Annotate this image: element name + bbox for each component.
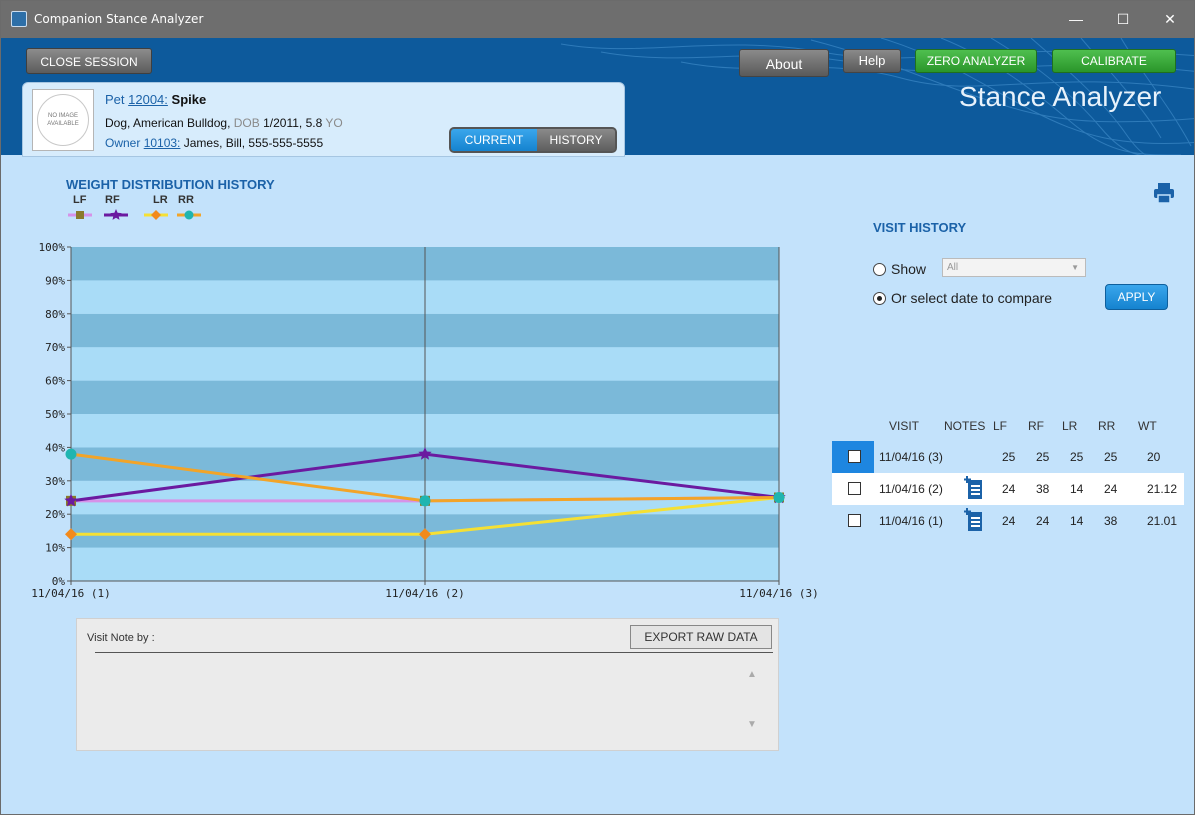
- visit-checkbox[interactable]: [848, 514, 861, 527]
- data-point-rr: [773, 492, 785, 503]
- visit-date: 11/04/16 (3): [879, 450, 943, 464]
- visit-notes-panel: Visit Note by : EXPORT RAW DATA ▲ ▼: [76, 618, 779, 751]
- yo-label: YO: [325, 116, 343, 130]
- brand-title: Stance Analyzer: [959, 81, 1162, 112]
- visit-row[interactable]: 11/04/16 (1) 24 24 14 38 21.01: [832, 505, 1184, 537]
- note-icon[interactable]: [964, 476, 984, 500]
- maximize-button[interactable]: ☐: [1100, 1, 1146, 38]
- visit-rr: 25: [1104, 450, 1118, 464]
- legend-marker-lr: [151, 210, 161, 220]
- tab-current[interactable]: CURRENT: [451, 129, 537, 151]
- export-raw-data-button[interactable]: EXPORT RAW DATA: [630, 625, 772, 649]
- y-tick-label: 50%: [45, 408, 65, 421]
- y-tick-label: 30%: [45, 475, 65, 488]
- dob-label: DOB: [233, 116, 260, 130]
- visit-date: 11/04/16 (1): [879, 514, 943, 528]
- y-tick-label: 40%: [45, 441, 65, 454]
- legend-marker-rr: [184, 210, 194, 220]
- visit-checkbox[interactable]: [848, 482, 861, 495]
- visit-lf: 24: [1002, 514, 1016, 528]
- y-tick-label: 70%: [45, 341, 65, 354]
- visit-lr: 14: [1070, 482, 1084, 496]
- app-window: Companion Stance Analyzer — ☐ ✕ CLOSE SE…: [0, 0, 1195, 815]
- view-toggle: CURRENT HISTORY: [449, 127, 617, 153]
- col-rr: RR: [1098, 419, 1116, 433]
- show-label: Show: [891, 261, 927, 277]
- weight-distribution-chart: 0%10%20%30%40%50%60%70%80%90%100%11/04/1…: [31, 241, 818, 600]
- visit-rf: 24: [1036, 514, 1050, 528]
- visit-lr: 14: [1070, 514, 1084, 528]
- visit-rf: 25: [1036, 450, 1050, 464]
- minimize-button[interactable]: —: [1053, 1, 1099, 38]
- visit-note-label: Visit Note by :: [87, 632, 155, 644]
- show-dropdown[interactable]: All ▼: [942, 258, 1086, 277]
- col-lr: LR: [1062, 419, 1078, 433]
- legend-marker-rf: [110, 209, 122, 220]
- y-tick-label: 100%: [39, 241, 66, 254]
- show-radio[interactable]: [873, 263, 886, 276]
- zero-analyzer-button[interactable]: ZERO ANALYZER: [915, 49, 1037, 73]
- tab-history[interactable]: HISTORY: [537, 129, 615, 151]
- visit-lr: 25: [1070, 450, 1084, 464]
- about-button[interactable]: About: [739, 49, 829, 77]
- visit-date: 11/04/16 (2): [879, 482, 943, 496]
- visit-lf: 24: [1002, 482, 1016, 496]
- col-visit: VISIT: [889, 419, 920, 433]
- x-tick-label: 11/04/16 (1): [31, 587, 110, 600]
- y-tick-label: 80%: [45, 308, 65, 321]
- calibrate-button[interactable]: CALIBRATE: [1052, 49, 1176, 73]
- y-tick-label: 60%: [45, 375, 65, 388]
- visit-row[interactable]: 11/04/16 (2) 24 38 14 24 21.12: [832, 473, 1184, 505]
- visit-lf: 25: [1002, 450, 1016, 464]
- visit-checkbox[interactable]: [848, 450, 861, 463]
- notes-divider: [95, 652, 773, 653]
- x-tick-label: 11/04/16 (3): [739, 587, 818, 600]
- col-wt: WT: [1138, 419, 1157, 433]
- data-point-rr: [419, 495, 431, 507]
- compare-date-label: Or select date to compare: [891, 290, 1053, 306]
- col-lf: LF: [993, 419, 1008, 433]
- scroll-up-icon[interactable]: ▲: [747, 669, 757, 680]
- x-tick-label: 11/04/16 (2): [385, 587, 464, 600]
- data-point-rr: [65, 448, 77, 460]
- show-dropdown-value: All: [947, 262, 959, 273]
- scroll-down-icon[interactable]: ▼: [747, 719, 757, 730]
- col-notes: NOTES: [944, 419, 986, 433]
- y-tick-label: 90%: [45, 274, 65, 287]
- y-tick-label: 20%: [45, 508, 65, 521]
- visit-wt: 21.01: [1147, 514, 1178, 528]
- print-icon[interactable]: [1153, 182, 1175, 204]
- visit-rr: 24: [1104, 482, 1118, 496]
- compare-date-radio[interactable]: [873, 292, 886, 305]
- close-window-button[interactable]: ✕: [1147, 1, 1193, 38]
- apply-button[interactable]: APPLY: [1105, 284, 1168, 310]
- visit-history-title: VISIT HISTORY: [873, 220, 967, 235]
- note-icon[interactable]: [964, 508, 984, 532]
- pet-dob: 1/2011, 5.8: [263, 116, 323, 130]
- col-rf: RF: [1028, 419, 1044, 433]
- visit-row[interactable]: 11/04/16 (3) 25 25 25 25 20: [832, 441, 1184, 473]
- visit-wt: 20: [1147, 450, 1161, 464]
- visit-rf: 38: [1036, 482, 1050, 496]
- help-button[interactable]: Help: [843, 49, 901, 73]
- visit-wt: 21.12: [1147, 482, 1178, 496]
- visit-rr: 38: [1104, 514, 1118, 528]
- chevron-down-icon: ▼: [1071, 263, 1079, 272]
- y-tick-label: 10%: [45, 542, 65, 555]
- legend-marks: [68, 209, 201, 220]
- legend-marker-lf: [76, 211, 84, 219]
